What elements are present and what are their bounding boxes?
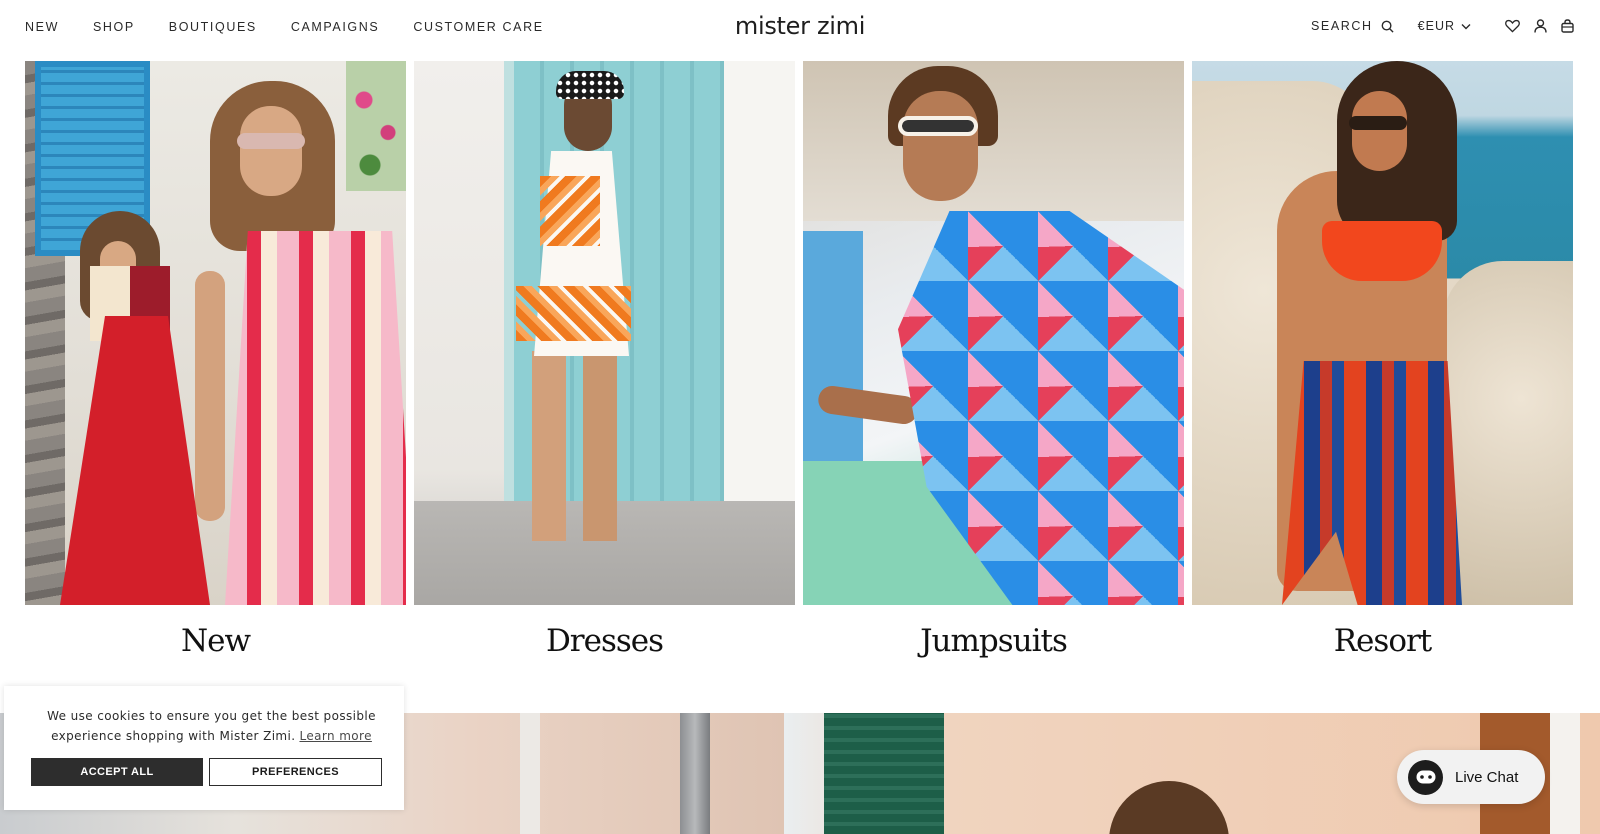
chevron-down-icon [1461,23,1471,29]
learn-more-link[interactable]: Learn more [299,729,371,743]
nav-item-customer-care[interactable]: CUSTOMER CARE [413,20,543,34]
category-photo-new [25,61,406,605]
chat-bubble-icon [1408,759,1443,795]
category-grid: New Dresses Jumpsuits Resort [25,61,1575,659]
site-logo[interactable]: mister zimi [735,12,866,40]
live-chat-label: Live Chat [1455,768,1519,786]
nav-item-new[interactable]: NEW [25,20,59,34]
nav-item-boutiques[interactable]: BOUTIQUES [169,20,257,34]
category-label: New [180,623,251,659]
cookie-banner: We use cookies to ensure you get the bes… [4,686,404,810]
nav-item-campaigns[interactable]: CAMPAIGNS [291,20,380,34]
category-label: Resort [1333,623,1433,659]
category-card-resort[interactable]: Resort [1192,61,1573,659]
category-card-jumpsuits[interactable]: Jumpsuits [803,61,1184,659]
site-header: NEW SHOP BOUTIQUES CAMPAIGNS CUSTOMER CA… [0,0,1600,60]
heart-icon [1505,19,1520,33]
category-photo-dresses [414,61,795,605]
account-icon [1534,19,1547,33]
accept-all-button[interactable]: ACCEPT ALL [31,758,203,786]
category-photo-jumpsuits [803,61,1184,605]
search-button[interactable]: SEARCH [1311,19,1394,33]
currency-label: €EUR [1417,19,1455,33]
search-label: SEARCH [1310,19,1373,33]
category-card-dresses[interactable]: Dresses [414,61,795,659]
header-actions: SEARCH €EUR [1311,19,1574,33]
bag-icon [1561,19,1574,33]
account-button[interactable] [1534,19,1547,33]
preferences-button[interactable]: PREFERENCES [209,758,382,786]
currency-selector[interactable]: €EUR [1418,19,1471,33]
category-label: Jumpsuits [920,623,1068,659]
main-nav: NEW SHOP BOUTIQUES CAMPAIGNS CUSTOMER CA… [25,20,578,34]
search-icon [1381,20,1394,33]
category-label: Dresses [545,623,664,659]
category-card-new[interactable]: New [25,61,406,659]
bag-button[interactable] [1561,19,1574,33]
live-chat-button[interactable]: Live Chat [1397,750,1545,804]
category-photo-resort [1192,61,1573,605]
nav-item-shop[interactable]: SHOP [93,20,135,34]
wishlist-button[interactable] [1505,19,1520,33]
cookie-message: We use cookies to ensure you get the bes… [44,706,379,746]
